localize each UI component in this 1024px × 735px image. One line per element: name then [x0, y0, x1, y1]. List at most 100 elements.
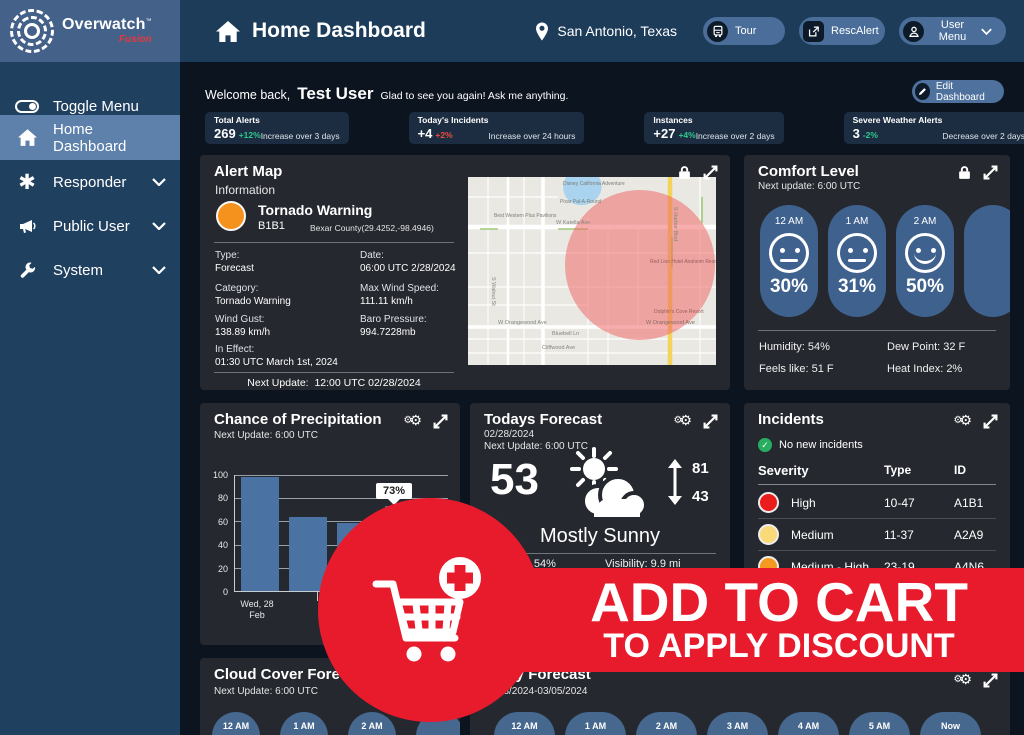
brand-logo[interactable]: Overwatch™ Fusion	[0, 0, 180, 62]
forecast-date: 02/28/2024	[484, 429, 534, 440]
expand-icon[interactable]	[703, 165, 718, 180]
location-label: San Antonio, Texas	[557, 23, 677, 39]
map-label-road: S Walnut St	[490, 277, 496, 306]
comfort-hour-pill: 2 AM 50%	[896, 205, 954, 317]
face-icon	[769, 233, 809, 273]
add-to-cart-badge[interactable]	[318, 498, 542, 722]
settings-gears-icon[interactable]: ⚙⚙	[403, 413, 422, 429]
location: San Antonio, Texas	[535, 22, 677, 41]
location-pin-icon	[535, 22, 549, 41]
next-update: Next Update: 12:00 UTC 02/28/2024	[214, 377, 454, 389]
sidebar-item-home-dashboard[interactable]: Home Dashboard	[0, 115, 180, 160]
chart-tooltip: 73%	[376, 483, 412, 499]
card-subtitle: Next Update: 6:00 UTC	[214, 686, 318, 697]
sidebar-item-public-user[interactable]: Public User	[0, 204, 180, 248]
alert-severity-dot	[216, 201, 246, 231]
stat-chip-todays-incidents: Today's Incidents +4+2% Increase over 24…	[409, 112, 585, 144]
home-icon	[216, 21, 240, 42]
dew-point-stat: Dew Point: 32 F	[887, 341, 965, 353]
field-baro-pressure: Baro Pressure:994.7228mb	[360, 313, 427, 339]
rescalert-button[interactable]: RescAlert	[799, 17, 885, 45]
field-date: Date:06:00 UTC 2/28/2024	[360, 249, 456, 275]
stat-delta: +2%	[435, 130, 452, 140]
expand-icon[interactable]	[703, 414, 718, 429]
banner-line1: ADD TO CART	[534, 576, 1024, 628]
heat-index-stat: Heat Index: 2%	[887, 363, 962, 375]
page-title: Home Dashboard	[252, 19, 426, 43]
stat-note: Increase over 3 days	[261, 131, 340, 141]
map-label-road: S Harbor Blvd	[672, 207, 678, 241]
edit-dashboard-label: Edit Dashboard	[936, 81, 996, 103]
edit-dashboard-button[interactable]: Edit Dashboard	[912, 80, 1004, 103]
field-max-wind: Max Wind Speed:111.11 km/h	[360, 282, 439, 308]
stat-delta: +4%	[678, 130, 695, 140]
alert-map[interactable]: W Katella Ave W Orangewood Ave W Orangew…	[468, 177, 716, 365]
tour-button[interactable]: Tour	[703, 17, 785, 45]
trademark: ™	[146, 19, 152, 25]
severity-dot	[758, 492, 779, 513]
sidebar-item-system[interactable]: System	[0, 248, 180, 292]
field-wind-gust: Wind Gust:138.89 km/h	[215, 313, 270, 339]
high-low-arrow-icon	[666, 459, 684, 505]
app: Overwatch™ Fusion Toggle Menu Home Dashb…	[0, 0, 1024, 735]
feels-like-stat: Feels like: 51 F	[759, 363, 834, 375]
user-menu-button[interactable]: User Menu	[899, 17, 1006, 45]
overwatch-swirl-icon	[10, 9, 54, 53]
sidebar-item-label: Responder	[53, 174, 126, 191]
y-tick: 100	[202, 470, 228, 480]
sidebar-item-responder[interactable]: ✱ Responder	[0, 160, 180, 204]
card-title: Incidents	[758, 411, 824, 428]
stat-note: Increase over 24 hours	[488, 131, 575, 141]
cart-icon	[364, 550, 490, 676]
current-temp: 53	[490, 455, 539, 505]
alert-radius-circle	[565, 190, 715, 340]
sidebar-item-label: Home Dashboard	[53, 121, 166, 155]
megaphone-icon	[14, 218, 40, 234]
settings-gears-icon[interactable]: ⚙⚙	[673, 413, 692, 429]
alert-location: Bexar County(29.4252,-98.4946)	[310, 223, 434, 233]
settings-gears-icon[interactable]: ⚙⚙	[953, 672, 972, 688]
star-of-life-icon: ✱	[14, 172, 40, 193]
map-label-poi: Disney California Adventure	[563, 181, 625, 187]
expand-icon[interactable]	[983, 673, 998, 688]
lock-icon[interactable]	[677, 165, 692, 180]
expand-icon[interactable]	[433, 414, 448, 429]
stat-chip-severe-weather: Severe Weather Alerts 3-2% Decrease over…	[844, 112, 1024, 144]
hour-pill: 4 AM	[778, 712, 839, 735]
bus-icon	[707, 21, 728, 42]
card-title: Todays Forecast	[484, 411, 602, 428]
stat-value: +4+2%	[418, 128, 489, 141]
user-icon	[903, 21, 924, 42]
settings-gears-icon[interactable]: ⚙⚙	[953, 413, 972, 429]
map-label-road: W Orangewood Ave	[646, 320, 695, 326]
alert-id: B1B1	[258, 220, 285, 232]
map-label-road: Cliffwood Ave	[542, 345, 575, 351]
field-in-effect: In Effect:01:30 UTC March 1st, 2024	[215, 343, 338, 369]
y-tick: 80	[202, 493, 228, 503]
map-label-poi: Dolphin's Cove Resort	[654, 309, 704, 315]
table-row: Medium 11-37 A2A9	[758, 519, 996, 551]
section-label: Information	[215, 183, 275, 197]
hour-pill: 12 AM	[212, 712, 260, 735]
incidents-status: ✓ No new incidents	[758, 438, 863, 452]
y-tick: 20	[202, 564, 228, 574]
sidebar-item-label: Public User	[53, 218, 130, 235]
rescalert-label: RescAlert	[831, 25, 879, 37]
lock-icon[interactable]	[957, 165, 972, 180]
pencil-icon	[915, 83, 930, 100]
expand-icon[interactable]	[983, 414, 998, 429]
humidity-stat: Humidity: 54%	[759, 341, 830, 353]
incidents-table-header: Severity Type ID	[758, 463, 996, 485]
chevron-down-icon	[152, 266, 166, 274]
stat-value: +27+4%	[653, 128, 695, 141]
wrench-icon	[14, 262, 40, 279]
expand-icon[interactable]	[983, 165, 998, 180]
card-subtitle: Next update: 6:00 UTC	[758, 181, 860, 192]
hour-pill: 3 AM	[707, 712, 768, 735]
precip-bar	[241, 477, 279, 591]
stat-label: Total Alerts	[214, 115, 261, 125]
field-type: Type:Forecast	[215, 249, 254, 275]
y-tick: 60	[202, 517, 228, 527]
map-label-road: W Orangewood Ave	[498, 320, 547, 326]
stat-value: 3-2%	[853, 128, 943, 141]
